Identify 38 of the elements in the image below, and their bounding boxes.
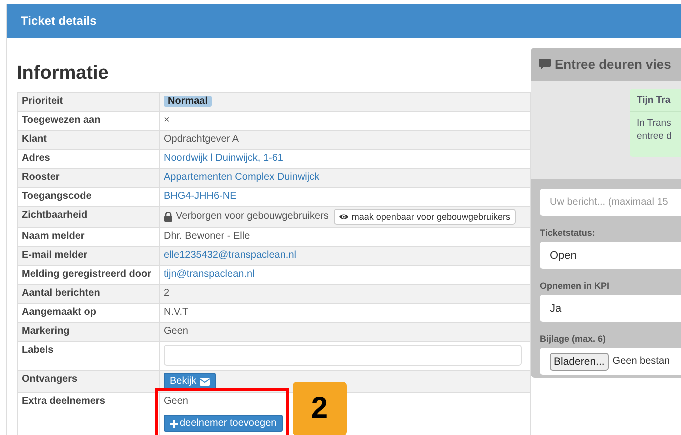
add-participant-button[interactable]: deelnemer toevoegen bbox=[164, 415, 283, 432]
row-link[interactable]: tijn@transpaclean.nl bbox=[164, 269, 255, 280]
envelope-icon bbox=[200, 378, 210, 386]
select-field[interactable]: Ja bbox=[540, 295, 681, 322]
browse-button[interactable]: Bladeren... bbox=[550, 352, 609, 370]
step-badge: 2 bbox=[292, 382, 347, 435]
row-link[interactable]: BHG4-JHH6-NE bbox=[164, 191, 237, 202]
remove-mark[interactable]: × bbox=[164, 115, 170, 126]
field-label: Opnemen in KPI bbox=[540, 281, 611, 291]
row-value: 2 bbox=[164, 288, 170, 299]
row-value: N.V.T bbox=[164, 307, 189, 318]
priority-badge: Normaal bbox=[164, 96, 212, 107]
field-label: Ticketstatus: bbox=[540, 228, 596, 238]
message-text: entree d bbox=[637, 130, 673, 143]
row-value: Geen bbox=[164, 326, 188, 337]
speech-bubble-icon bbox=[539, 58, 551, 70]
row-label: Extra deelnemers bbox=[18, 392, 160, 435]
file-status: Geen bestan bbox=[612, 356, 670, 367]
message-author: Tijn Tra bbox=[630, 89, 681, 112]
labels-field[interactable] bbox=[164, 345, 522, 366]
row-value: Opdrachtgever A bbox=[164, 134, 240, 145]
section-title: Informatie bbox=[17, 62, 110, 86]
row-link[interactable]: Noordwijk l Duinwijck, 1-61 bbox=[164, 153, 284, 164]
lock-icon bbox=[164, 212, 173, 222]
select-field[interactable]: Open bbox=[540, 242, 681, 269]
row-value: Geen bbox=[164, 395, 188, 409]
file-field[interactable]: Bladeren... Geen bestan bbox=[540, 348, 681, 375]
make-public-button[interactable]: maak openbaar voor gebouwgebruikers bbox=[334, 209, 516, 225]
row-label: Prioriteit bbox=[18, 92, 160, 112]
panel-title: Ticket details bbox=[21, 14, 97, 28]
field-label: Bijlage (max. 6) bbox=[540, 334, 608, 344]
message-field[interactable]: Uw bericht... (maximaal 15 bbox=[540, 189, 681, 216]
chat-title: Entree deuren vies bbox=[555, 57, 672, 72]
eye-icon bbox=[338, 213, 349, 221]
message-text: In Trans bbox=[637, 117, 672, 130]
row-value: Verborgen voor gebouwgebruikers bbox=[176, 210, 329, 224]
row-value: Dhr. Bewoner - Elle bbox=[164, 231, 250, 242]
plus-icon bbox=[170, 420, 178, 428]
